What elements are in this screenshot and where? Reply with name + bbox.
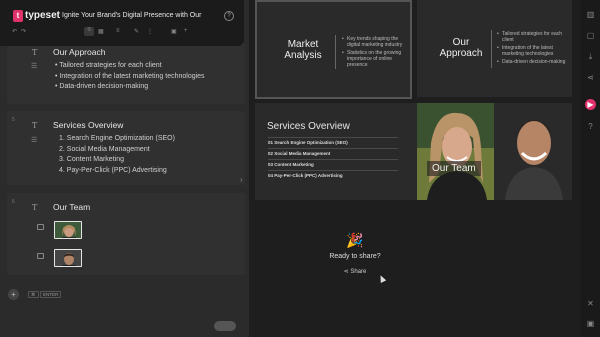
list-item[interactable]: 4. Pay-Per-Click (PPC) Advertising [59, 166, 175, 177]
brand-name: typeset [25, 10, 61, 21]
image-icon[interactable]: ▣ [171, 28, 177, 35]
format-icon[interactable]: ≡ [116, 28, 120, 34]
add-icon[interactable]: + [184, 28, 188, 34]
redo-icon[interactable]: ↷ [21, 28, 26, 35]
table-row: 03 Content Marketing [268, 159, 398, 170]
share-panel: 🎉 Ready to share? ⋖ Share [305, 232, 405, 275]
share-label: Share [350, 269, 367, 275]
table-row: 04 Pay-Per-Click (PPC) Advertising [268, 170, 398, 181]
team-photo-thumbnail-2[interactable] [54, 249, 82, 267]
slide-services-team[interactable]: Services Overview 01 Search Engine Optim… [255, 103, 572, 200]
shortcut-key: ENTER [40, 291, 62, 298]
list-item[interactable]: Data-driven decision-making [59, 82, 205, 93]
slide-market-analysis[interactable]: Market Analysis Key trends shaping the d… [255, 0, 412, 99]
numbered-list-icon: ☰ [31, 137, 38, 144]
play-icon[interactable]: ▶ [585, 99, 596, 110]
editor-card-team[interactable]: 6 T Our Team [7, 193, 245, 275]
list-item: Integration of the latest marketing tech… [497, 45, 569, 57]
bullet-list[interactable]: Tailored strategies for each client Inte… [59, 61, 205, 93]
numbered-list[interactable]: 1. Search Engine Optimization (SEO) 2. S… [59, 134, 175, 176]
slide-title: Market Analysis [284, 39, 322, 61]
format-toolbar: ↶ ↷ ≡ ▦ ≡ ✎ ⋮ ▣ + [8, 27, 236, 39]
download-icon[interactable]: ⤓ [585, 51, 596, 62]
undo-icon[interactable]: ↶ [12, 28, 17, 35]
pen-icon[interactable]: ✎ [134, 28, 139, 35]
typeset-logo: t [13, 10, 23, 22]
list-icon: ☰ [31, 63, 38, 70]
list-item: Key trends shaping the digital marketing… [342, 36, 410, 48]
list-item[interactable]: 1. Search Engine Optimization (SEO) [59, 134, 175, 145]
right-rail: ▥ ▢ ⤓ ⋖ ▶ ? ✕ ▣ [581, 0, 600, 337]
slide-number: 5 [12, 117, 15, 123]
divider [335, 35, 336, 69]
slide-canvas: Market Analysis Key trends shaping the d… [249, 0, 581, 337]
text-block-icon: T [32, 203, 38, 212]
table-row: 01 Search Engine Optimization (SEO) [268, 137, 398, 148]
share-icon[interactable]: ⋖ [585, 72, 596, 83]
text-block-icon: T [32, 48, 38, 57]
list-item[interactable]: 3. Content Marketing [59, 155, 175, 166]
add-block-button[interactable]: + [8, 289, 19, 300]
divider [491, 30, 492, 68]
card-heading[interactable]: Services Overview [53, 120, 123, 131]
slide-title: Our Approach [439, 37, 483, 59]
image-icon[interactable]: ▢ [585, 30, 596, 41]
slide-title: Services Overview [267, 121, 350, 132]
list-item[interactable]: Integration of the latest marketing tech… [59, 72, 204, 83]
share-prompt: Ready to share? [329, 253, 381, 260]
team-label: Our Team [427, 161, 481, 176]
editor-panel: T Our Approach ☰ Tailored strategies for… [0, 0, 249, 337]
list-item: Tailored strategies for each client [497, 31, 569, 43]
linkedin-icon[interactable]: ▣ [585, 318, 596, 329]
team-photos [417, 103, 572, 200]
card-heading[interactable]: Our Approach [53, 47, 105, 58]
layout-icon[interactable]: ▦ [98, 28, 104, 35]
table-row: 02 Social Media Management [268, 148, 398, 159]
share-button[interactable]: ⋖ Share [305, 268, 405, 275]
slide-number: 6 [12, 199, 15, 205]
editor-card-approach[interactable]: T Our Approach ☰ Tailored strategies for… [7, 42, 245, 104]
image-icon [37, 224, 44, 230]
editor-toolbar: t typeset Ignite Your Brand's Digital Pr… [0, 0, 244, 46]
layout-icon[interactable]: ▥ [585, 9, 596, 20]
list-item: Statistics on the growing importance of … [342, 50, 410, 68]
app-window: T Our Approach ☰ Tailored strategies for… [0, 0, 600, 337]
list-item[interactable]: 2. Social Media Management [59, 145, 175, 156]
list-item[interactable]: Tailored strategies for each client [59, 61, 205, 72]
card-heading[interactable]: Our Team [53, 202, 90, 213]
chevron-right-icon[interactable]: › [240, 175, 243, 184]
document-title[interactable]: Ignite Your Brand's Digital Presence wit… [62, 11, 201, 21]
party-popper-icon: 🎉 [346, 232, 364, 248]
slide-bullets: Tailored strategies for each client Inte… [497, 31, 569, 67]
scroll-handle[interactable] [214, 321, 236, 331]
slide-our-approach[interactable]: Our Approach Tailored strategies for eac… [417, 0, 572, 97]
help-icon[interactable]: ? [224, 11, 234, 21]
shortcut-key: ⌘ [28, 291, 39, 298]
text-block-icon: T [32, 121, 38, 130]
slide-bullets: Key trends shaping the digital marketing… [342, 36, 410, 70]
align-icon[interactable]: ≡ [84, 27, 94, 36]
twitter-icon[interactable]: ✕ [585, 298, 596, 309]
editor-card-services[interactable]: 5 T Services Overview ☰ 1. Search Engine… [7, 111, 245, 185]
list-item: Data-driven decision-making [497, 59, 569, 65]
help-icon[interactable]: ? [585, 121, 596, 132]
more-vertical-icon[interactable]: ⋮ [147, 28, 153, 35]
image-icon [37, 253, 44, 259]
team-photo-thumbnail-1[interactable] [54, 221, 82, 239]
